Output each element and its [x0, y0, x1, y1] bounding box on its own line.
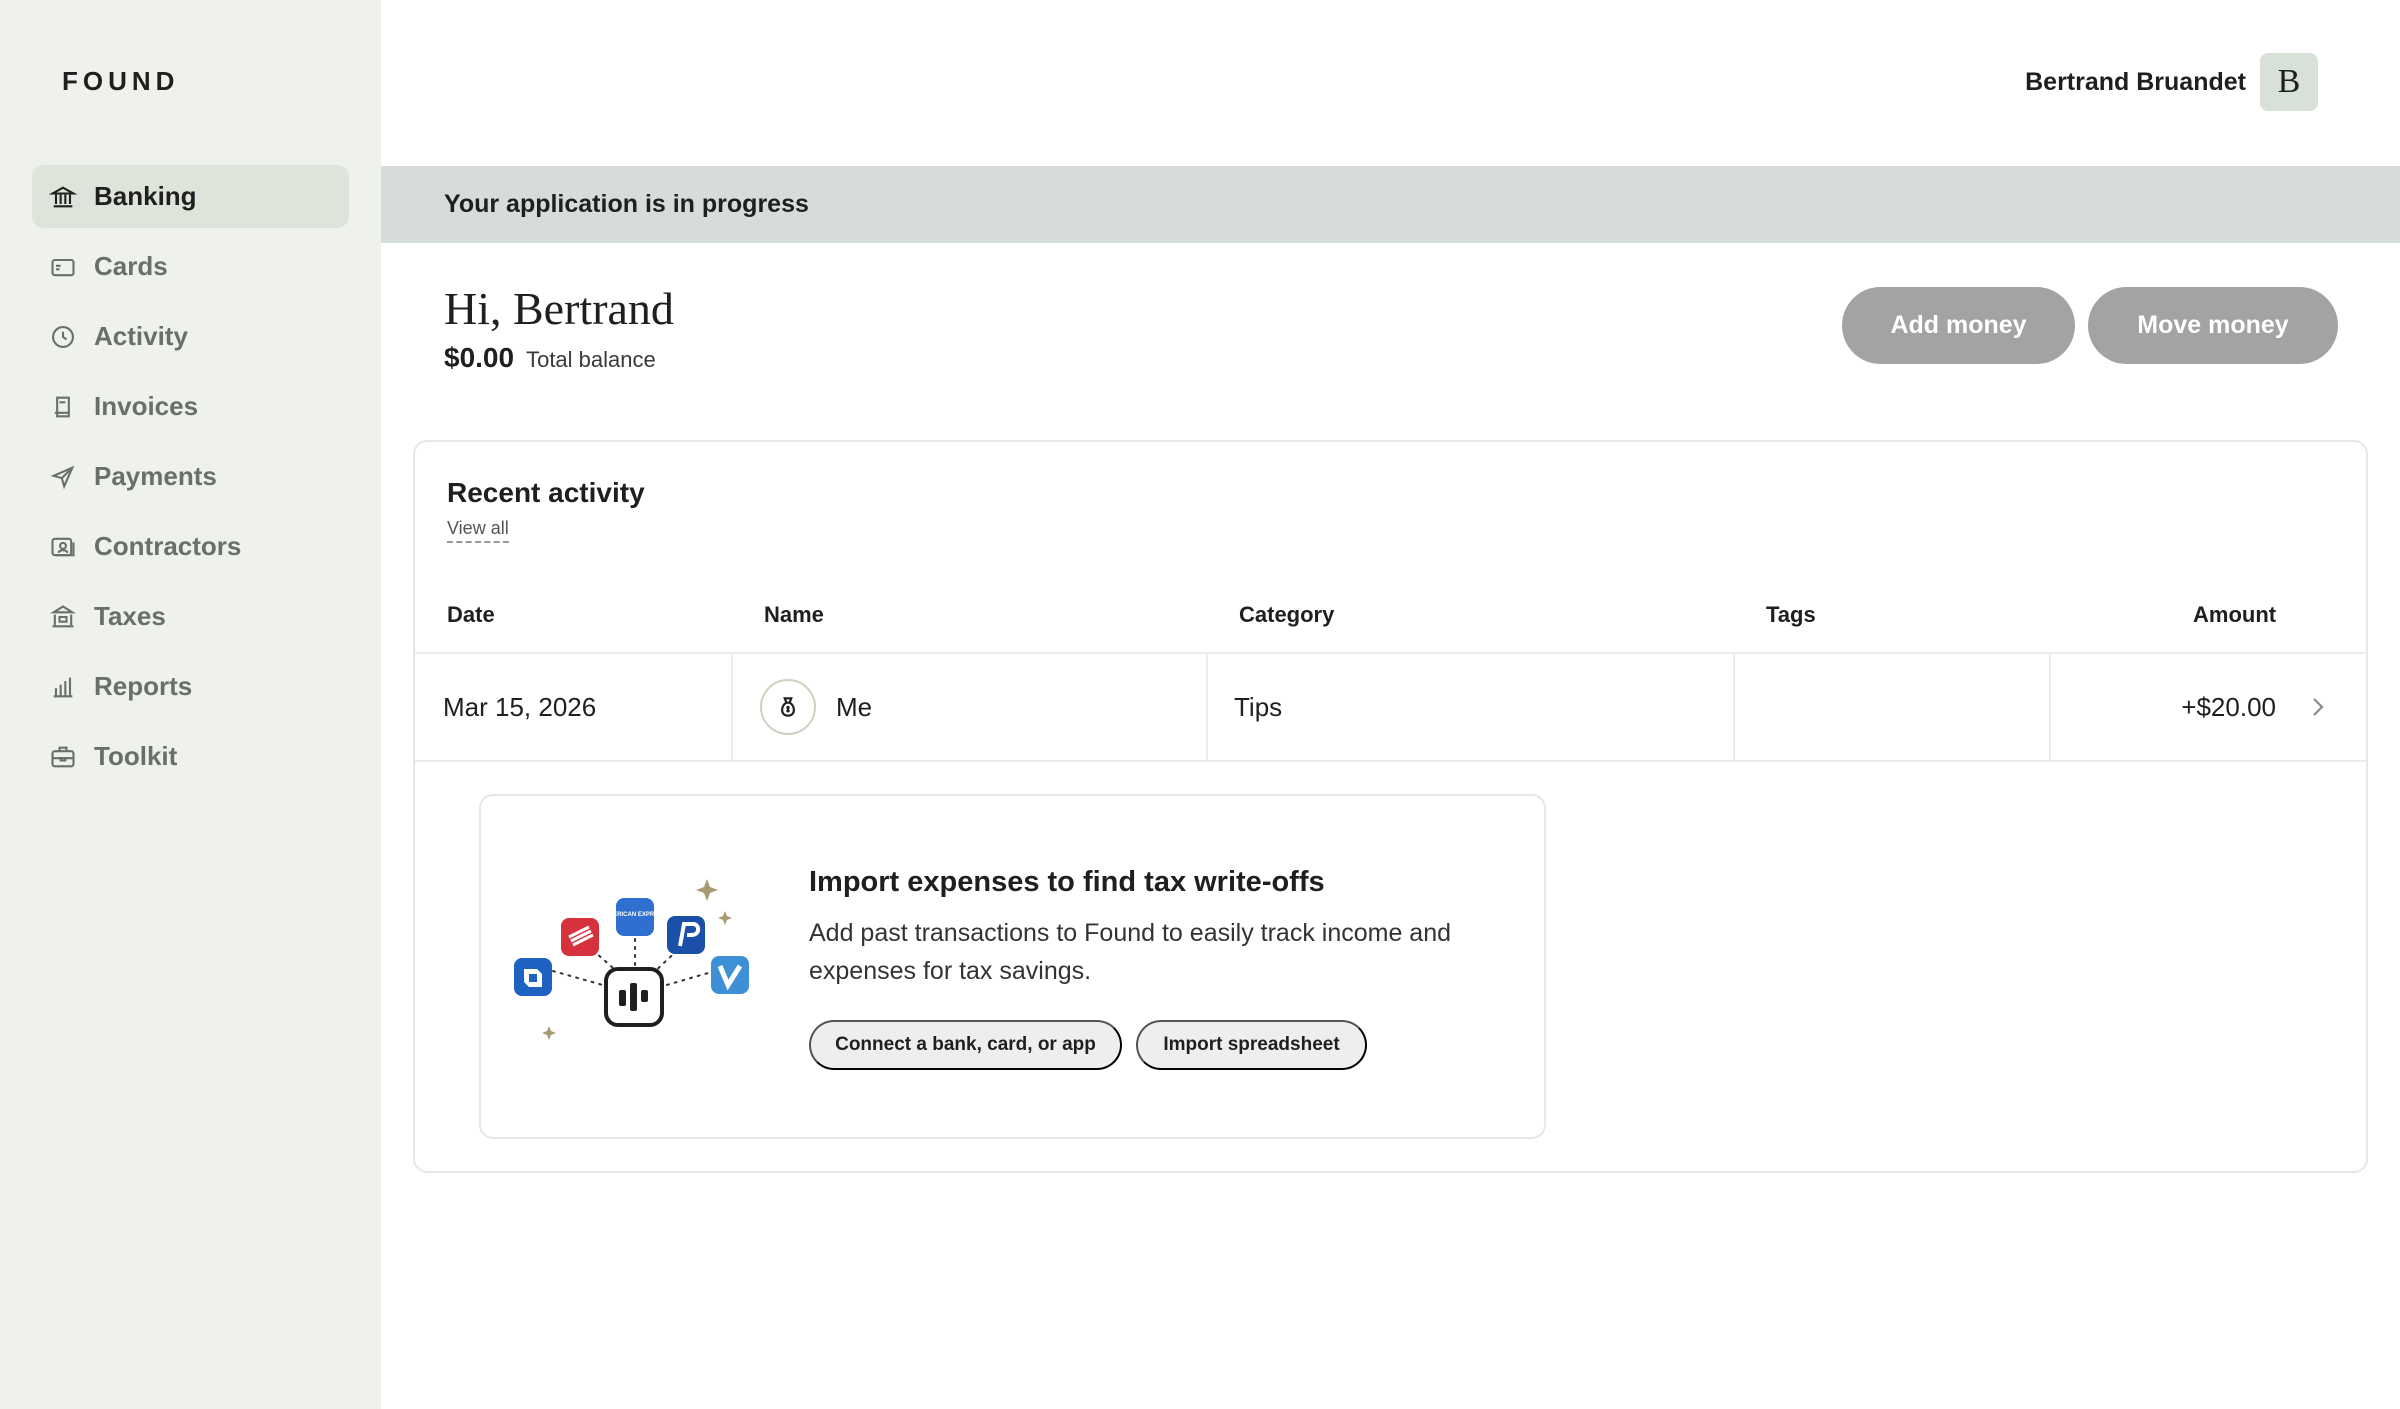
column-divider — [1733, 654, 1735, 760]
table-header: Date Name Category Tags Amount — [415, 592, 2366, 642]
balance-label: Total balance — [526, 347, 656, 372]
import-expenses-card: AMERICAN EXPRESS Import expenses to find… — [479, 794, 1546, 1139]
table-row[interactable]: Mar 15, 2026 Me Tips +$20.00 — [415, 652, 2366, 762]
connect-account-button[interactable]: Connect a bank, card, or app — [809, 1020, 1122, 1070]
sidebar-item-invoices[interactable]: Invoices — [32, 375, 349, 438]
column-divider — [2049, 654, 2051, 760]
add-money-button[interactable]: Add money — [1842, 287, 2075, 364]
view-all-link[interactable]: View all — [447, 518, 509, 543]
column-header-name[interactable]: Name — [764, 602, 824, 628]
sidebar-item-toolkit[interactable]: Toolkit — [32, 725, 349, 788]
taxes-icon — [48, 602, 78, 632]
sidebar-item-reports[interactable]: Reports — [32, 655, 349, 718]
sidebar-item-label: Taxes — [94, 601, 166, 631]
user-menu[interactable]: Bertrand Bruandet B — [2025, 53, 2318, 111]
column-divider — [1206, 654, 1208, 760]
clock-icon — [48, 322, 78, 352]
row-amount: +$20.00 — [2181, 692, 2276, 722]
application-status-banner: Your application is in progress — [381, 166, 2400, 243]
integrations-illustration: AMERICAN EXPRESS — [514, 879, 749, 1040]
sidebar-item-label: Activity — [94, 321, 188, 351]
column-header-tags[interactable]: Tags — [1766, 602, 1816, 628]
sidebar-item-label: Reports — [94, 671, 193, 701]
send-icon — [48, 462, 78, 492]
bar-chart-icon — [48, 672, 78, 702]
avatar[interactable]: B — [2260, 53, 2318, 111]
recent-activity-title: Recent activity — [447, 477, 645, 508]
user-name: Bertrand Bruandet — [2025, 67, 2246, 96]
sidebar-nav: Banking Cards Activity Invoices Payments — [32, 165, 349, 795]
sidebar-item-payments[interactable]: Payments — [32, 445, 349, 508]
contractor-icon — [48, 532, 78, 562]
row-date: Mar 15, 2026 — [443, 692, 597, 722]
recent-activity-card: Recent activity View all Date Name Categ… — [413, 440, 2368, 1173]
column-header-category[interactable]: Category — [1239, 602, 1334, 628]
sidebar-item-contractors[interactable]: Contractors — [32, 515, 349, 578]
move-money-button[interactable]: Move money — [2088, 287, 2338, 364]
import-title: Import expenses to find tax write-offs — [809, 866, 1325, 898]
sidebar-item-cards[interactable]: Cards — [32, 235, 349, 298]
sidebar-item-label: Contractors — [94, 531, 242, 561]
sidebar-item-banking[interactable]: Banking — [32, 165, 349, 228]
sidebar-item-label: Toolkit — [94, 741, 178, 771]
column-header-date[interactable]: Date — [447, 602, 495, 628]
column-divider — [731, 654, 733, 760]
sidebar-item-taxes[interactable]: Taxes — [32, 585, 349, 648]
greeting-heading: Hi, Bertrand — [444, 283, 674, 334]
briefcase-icon — [48, 742, 78, 772]
bank-icon — [48, 182, 78, 212]
sidebar-item-label: Cards — [94, 251, 168, 281]
card-icon — [48, 252, 78, 282]
sidebar-item-label: Payments — [94, 461, 217, 491]
chevron-right-icon[interactable] — [2306, 692, 2330, 722]
column-header-amount[interactable]: Amount — [2193, 602, 2276, 628]
sidebar: FOUND Banking Cards Activity Invoices Pa… — [0, 0, 381, 1409]
import-description: Add past transactions to Found to easily… — [809, 919, 1452, 985]
balance-amount: $0.00 — [444, 342, 515, 373]
row-category: Tips — [1234, 692, 1283, 722]
row-name: Me — [836, 692, 873, 722]
sidebar-item-activity[interactable]: Activity — [32, 305, 349, 368]
invoice-icon — [48, 392, 78, 422]
total-balance: $0.00 Total balance — [444, 342, 656, 374]
sidebar-item-label: Banking — [94, 181, 197, 211]
sidebar-item-label: Invoices — [94, 391, 199, 421]
amex-logo-text: AMERICAN EXPRESS — [604, 912, 666, 918]
banner-text: Your application is in progress — [444, 190, 809, 218]
found-logo[interactable]: FOUND — [62, 66, 179, 97]
import-spreadsheet-button[interactable]: Import spreadsheet — [1136, 1020, 1367, 1070]
money-bag-icon — [760, 679, 816, 735]
